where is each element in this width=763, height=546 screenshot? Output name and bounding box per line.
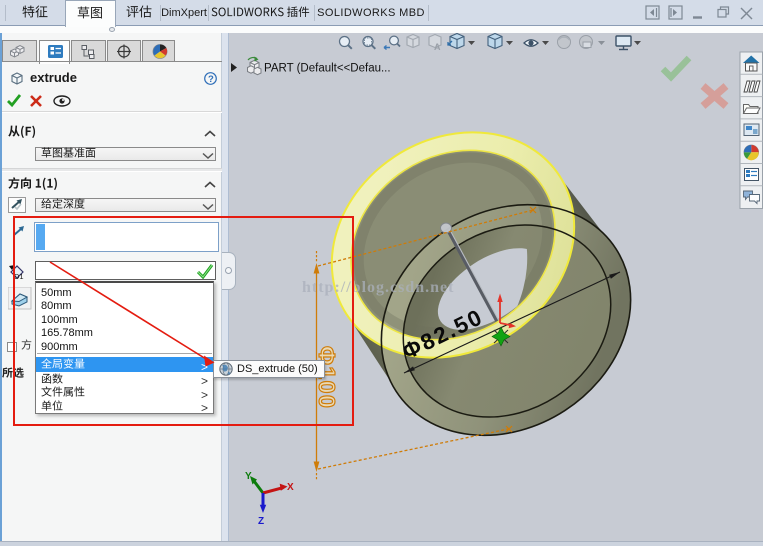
svg-text:?: ? xyxy=(208,74,214,85)
svg-text:Z: Z xyxy=(258,516,264,527)
svg-text:Y: Y xyxy=(245,471,252,482)
svg-text:A: A xyxy=(434,42,441,52)
svg-text:PART (Default<<Defau...: PART (Default<<Defau... xyxy=(264,63,391,75)
svg-text:X: X xyxy=(287,482,294,493)
